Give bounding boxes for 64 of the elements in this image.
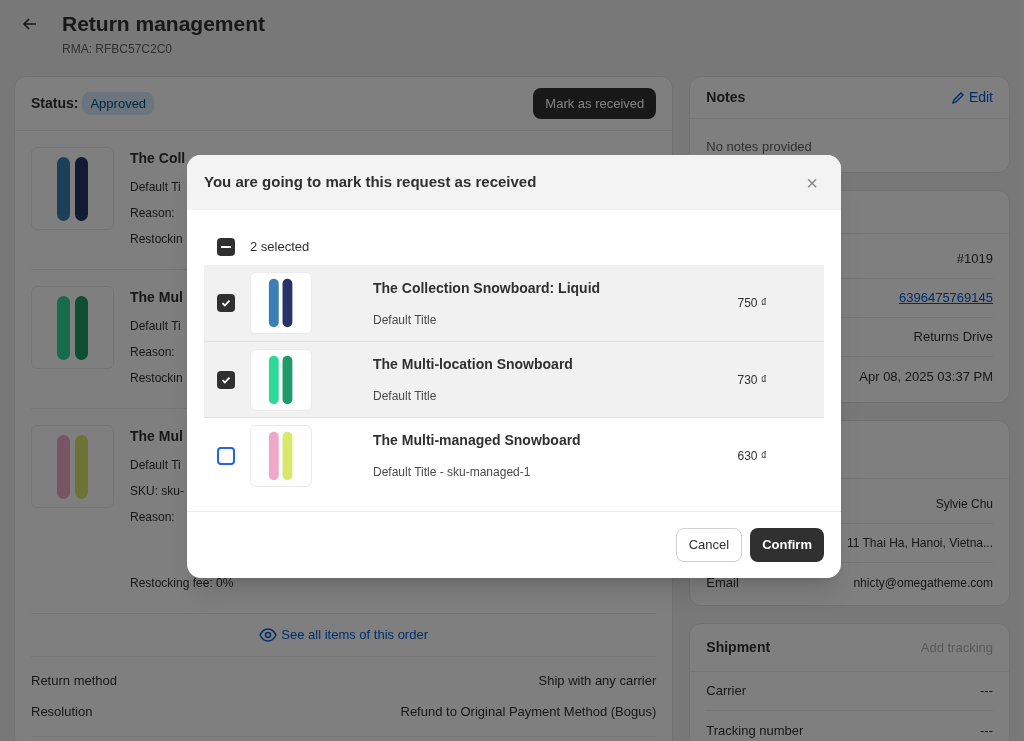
pencil-icon (950, 90, 965, 105)
shipment-label: Tracking number (706, 721, 804, 740)
product-variant: Default Title - sku-managed-1 (373, 464, 532, 481)
customer-value: Sylvie Chu (935, 496, 993, 513)
dialog-title: You are going to mark this request as received (204, 172, 537, 193)
order-value: Apr 08, 2025 03:37 PM (859, 367, 993, 386)
product-detail: Restockin (130, 370, 183, 386)
edit-button[interactable]: Edit (950, 87, 993, 108)
detail-value: Ship with any carrier (538, 671, 657, 690)
product-title: The Collection Snowboard: Liquid (373, 278, 602, 298)
product-detail: Reason: (130, 205, 176, 221)
eye-icon (259, 627, 278, 642)
confirm-button[interactable]: Confirm (750, 528, 824, 562)
checkbox[interactable] (217, 446, 235, 465)
status-label: Status: (31, 94, 79, 113)
cancel-button[interactable]: Cancel (675, 528, 743, 562)
close-button[interactable]: × (800, 170, 824, 195)
product-row[interactable]: The Collection Snowboard: Liquid Default Title 750 ₫ (204, 265, 824, 341)
order-value: #1019 (956, 250, 993, 269)
detail-label: Resolution (31, 703, 93, 721)
checkbox[interactable] (217, 294, 235, 312)
product-title: The Multi-location Snowboard (373, 355, 574, 374)
customer-value: 11 Thai Ha, Hanoi, Vietna... (846, 535, 993, 552)
bulk-checkbox[interactable] (217, 238, 235, 256)
product-title: The Coll (130, 149, 186, 168)
shipment-value: --- (980, 721, 993, 740)
product-title: The Mul (130, 288, 183, 307)
notes-text: No notes provided (705, 138, 813, 156)
order-link[interactable]: 6396475769145 (899, 288, 993, 308)
back-arrow-icon (22, 16, 38, 32)
product-variant: Default Title (373, 388, 438, 405)
product-detail: Reason: (130, 344, 176, 360)
notes-title: Notes (706, 88, 746, 107)
customer-value: nhicty@omegatheme.com (853, 574, 993, 592)
mark-received-button[interactable]: Mark as received (533, 87, 657, 120)
rma-number: RMA: RFBC57C2C0 (62, 41, 174, 58)
product-detail: Restocking fee: 0% (130, 575, 234, 591)
product-detail: Default Ti (130, 318, 182, 334)
see-all-link[interactable]: See all items of this order (259, 625, 428, 645)
order-value: Returns Drive (913, 328, 993, 347)
product-title: The Mul (130, 427, 184, 446)
minus-icon (221, 246, 231, 248)
product-detail: SKU: sku- (130, 483, 185, 499)
product-title: The Multi-managed Snowboard (373, 431, 582, 450)
status-badge: Approved (82, 91, 155, 116)
product-detail: Restockin (130, 231, 184, 247)
product-price: 730 ₫ (737, 371, 767, 389)
shipment-title: Shipment (706, 638, 771, 657)
product-row[interactable]: The Multi-location Snowboard Default Title 730 ₫ (204, 341, 824, 417)
product-detail: Reason: (130, 509, 176, 525)
product-detail: Default Ti (130, 457, 182, 473)
check-icon (220, 297, 232, 309)
product-detail: Default Ti (130, 179, 182, 195)
checkbox[interactable] (217, 370, 235, 389)
detail-label: Return method (31, 671, 117, 690)
customer-label: Email (706, 573, 739, 592)
page-title: Return management (62, 12, 266, 36)
product-variant: Default Title (373, 311, 438, 329)
shipment-label: Carrier (706, 682, 747, 701)
detail-value: Refund to Original Payment Method (Bogus) (400, 703, 657, 721)
product-price: 750 ₫ (737, 295, 767, 312)
product-price: 630 ₫ (737, 447, 767, 465)
selected-count: 2 selected (250, 238, 310, 257)
shipment-value: --- (980, 682, 993, 701)
